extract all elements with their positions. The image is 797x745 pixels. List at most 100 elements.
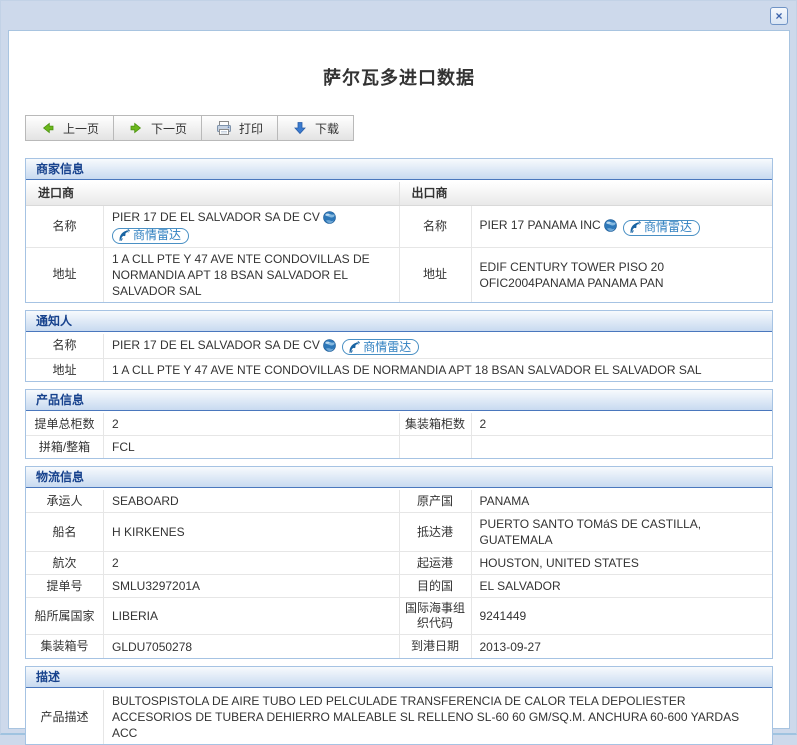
logistics-row-carrier: 承运人 SEABOARD 原产国 PANAMA: [26, 490, 772, 513]
imo-code-label: 国际海事组织代码: [400, 598, 472, 634]
product-row: 拼箱/整箱 FCL: [26, 436, 772, 458]
importer-header: 进口商: [26, 182, 400, 205]
vessel-name-value: H KIRKENES: [104, 521, 399, 543]
notify-name: PIER 17 DE EL SALVADOR SA DE CV: [112, 338, 320, 352]
importer-name-cell: PIER 17 DE EL SALVADOR SA DE CV 商情雷达: [104, 206, 399, 247]
section-notify-title: 通知人: [26, 311, 772, 332]
container-no-value: GLDU7050278: [104, 636, 399, 658]
importer-address: 1 A CLL PTE Y 47 AVE NTE CONDOVILLAS DE …: [104, 248, 399, 302]
lcl-fcl-label: 拼箱/整箱: [26, 436, 104, 458]
close-button[interactable]: ×: [770, 7, 788, 25]
product-description-label: 产品描述: [26, 690, 104, 744]
globe-icon[interactable]: [323, 211, 336, 224]
notify-name-cell: PIER 17 DE EL SALVADOR SA DE CV 商情雷达: [104, 334, 772, 359]
lcl-fcl-value: FCL: [104, 436, 399, 458]
globe-icon[interactable]: [604, 219, 617, 232]
destination-country-label: 目的国: [400, 575, 472, 597]
description-row: 产品描述 BULTOSPISTOLA DE AIRE TUBO LED PELC…: [26, 690, 772, 744]
radar-badge[interactable]: 商情雷达: [112, 228, 189, 244]
carrier-label: 承运人: [26, 490, 104, 512]
bl-number-value: SMLU3297201A: [104, 575, 399, 597]
exporter-name-cell: PIER 17 PANAMA INC 商情雷达: [472, 214, 773, 239]
globe-icon[interactable]: [323, 339, 336, 352]
next-page-button[interactable]: 下一页: [113, 115, 202, 141]
exporter-name: PIER 17 PANAMA INC: [480, 218, 601, 232]
origin-country-label: 原产国: [400, 490, 472, 512]
radar-badge[interactable]: 商情雷达: [623, 220, 700, 236]
section-description-title: 描述: [26, 667, 772, 688]
destination-country-value: EL SALVADOR: [472, 575, 773, 597]
notify-address-row: 地址 1 A CLL PTE Y 47 AVE NTE CONDOVILLAS …: [26, 359, 772, 381]
print-label: 打印: [239, 120, 263, 137]
exporter-address: EDIF CENTURY TOWER PISO 20 OFIC2004PANAM…: [472, 256, 773, 294]
exporter-header: 出口商: [400, 182, 773, 205]
download-label: 下载: [315, 120, 339, 137]
prev-page-label: 上一页: [63, 120, 99, 137]
logistics-row-container-no: 集装箱号 GLDU7050278 到港日期 2013-09-27: [26, 635, 772, 658]
section-merchant-info: 商家信息 进口商 出口商 名称 PIER 17 DE EL SALVADOR S…: [25, 158, 773, 303]
departure-port-value: HOUSTON, UNITED STATES: [472, 552, 773, 574]
radar-icon: [629, 221, 641, 233]
voyage-value: 2: [104, 552, 399, 574]
radar-icon: [348, 341, 360, 353]
download-icon: [292, 120, 308, 136]
section-logistics-title: 物流信息: [26, 467, 772, 488]
merchant-subheader-row: 进口商 出口商: [26, 182, 772, 206]
container-count-value: 2: [472, 413, 773, 435]
carrier-value: SEABOARD: [104, 490, 399, 512]
arrival-date-label: 到港日期: [400, 635, 472, 658]
section-merchant-title: 商家信息: [26, 159, 772, 180]
logistics-row-voyage: 航次 2 起运港 HOUSTON, UNITED STATES: [26, 552, 772, 575]
arrow-right-icon: [128, 120, 144, 136]
radar-badge[interactable]: 商情雷达: [342, 339, 419, 355]
origin-country-value: PANAMA: [472, 490, 773, 512]
bl-number-label: 提单号: [26, 575, 104, 597]
product-row: 提单总柜数 2 集装箱柜数 2: [26, 413, 772, 436]
close-icon: ×: [775, 9, 782, 23]
imo-code-value: 9241449: [472, 605, 773, 627]
printer-icon: [216, 120, 232, 136]
exporter-name-label: 名称: [400, 206, 472, 247]
merchant-address-row: 地址 1 A CLL PTE Y 47 AVE NTE CONDOVILLAS …: [26, 248, 772, 302]
vessel-name-label: 船名: [26, 513, 104, 551]
section-product-title: 产品信息: [26, 390, 772, 411]
container-count-label: 集装箱柜数: [400, 413, 472, 435]
logistics-row-flag-state: 船所属国家 LIBERIA 国际海事组织代码 9241449: [26, 598, 772, 635]
importer-name-label: 名称: [26, 206, 104, 247]
section-description: 描述 产品描述 BULTOSPISTOLA DE AIRE TUBO LED P…: [25, 666, 773, 745]
departure-port-label: 起运港: [400, 552, 472, 574]
importer-address-label: 地址: [26, 248, 104, 302]
bl-total-containers-label: 提单总柜数: [26, 413, 104, 435]
empty-label: [400, 436, 472, 458]
page-title: 萨尔瓦多进口数据: [25, 31, 773, 86]
logistics-row-vessel: 船名 H KIRKENES 抵达港 PUERTO SANTO TOMáS DE …: [26, 513, 772, 552]
merchant-name-row: 名称 PIER 17 DE EL SALVADOR SA DE CV 商情雷达 …: [26, 206, 772, 248]
container-no-label: 集装箱号: [26, 635, 104, 658]
notify-name-label: 名称: [26, 334, 104, 359]
print-button[interactable]: 打印: [201, 115, 278, 141]
empty-value: [472, 444, 773, 450]
exporter-address-label: 地址: [400, 248, 472, 302]
notify-address-label: 地址: [26, 359, 104, 381]
flag-state-label: 船所属国家: [26, 598, 104, 634]
next-page-label: 下一页: [151, 120, 187, 137]
logistics-row-bl-number: 提单号 SMLU3297201A 目的国 EL SALVADOR: [26, 575, 772, 598]
voyage-label: 航次: [26, 552, 104, 574]
radar-icon: [118, 229, 130, 241]
notify-address: 1 A CLL PTE Y 47 AVE NTE CONDOVILLAS DE …: [104, 359, 772, 381]
arrow-left-icon: [40, 120, 56, 136]
section-product-info: 产品信息 提单总柜数 2 集装箱柜数 2 拼箱/整箱 FCL: [25, 389, 773, 459]
section-notify-party: 通知人 名称 PIER 17 DE EL SALVADOR SA DE CV 商…: [25, 310, 773, 383]
importer-name: PIER 17 DE EL SALVADOR SA DE CV: [112, 210, 320, 224]
product-description-value: BULTOSPISTOLA DE AIRE TUBO LED PELCULADE…: [104, 690, 772, 744]
arrival-date-value: 2013-09-27: [472, 636, 773, 658]
notify-name-row: 名称 PIER 17 DE EL SALVADOR SA DE CV 商情雷达: [26, 334, 772, 360]
prev-page-button[interactable]: 上一页: [25, 115, 114, 141]
arrival-port-value: PUERTO SANTO TOMáS DE CASTILLA, GUATEMAL…: [472, 513, 773, 551]
download-button[interactable]: 下载: [277, 115, 354, 141]
flag-state-value: LIBERIA: [104, 605, 399, 627]
section-logistics-info: 物流信息 承运人 SEABOARD 原产国 PANAMA 船名 H KIRKE: [25, 466, 773, 659]
arrival-port-label: 抵达港: [400, 513, 472, 551]
dialog-panel: 萨尔瓦多进口数据 上一页 下一页 打印 下载 商家信息 进口商 出口商: [8, 30, 790, 729]
bl-total-containers-value: 2: [104, 413, 399, 435]
